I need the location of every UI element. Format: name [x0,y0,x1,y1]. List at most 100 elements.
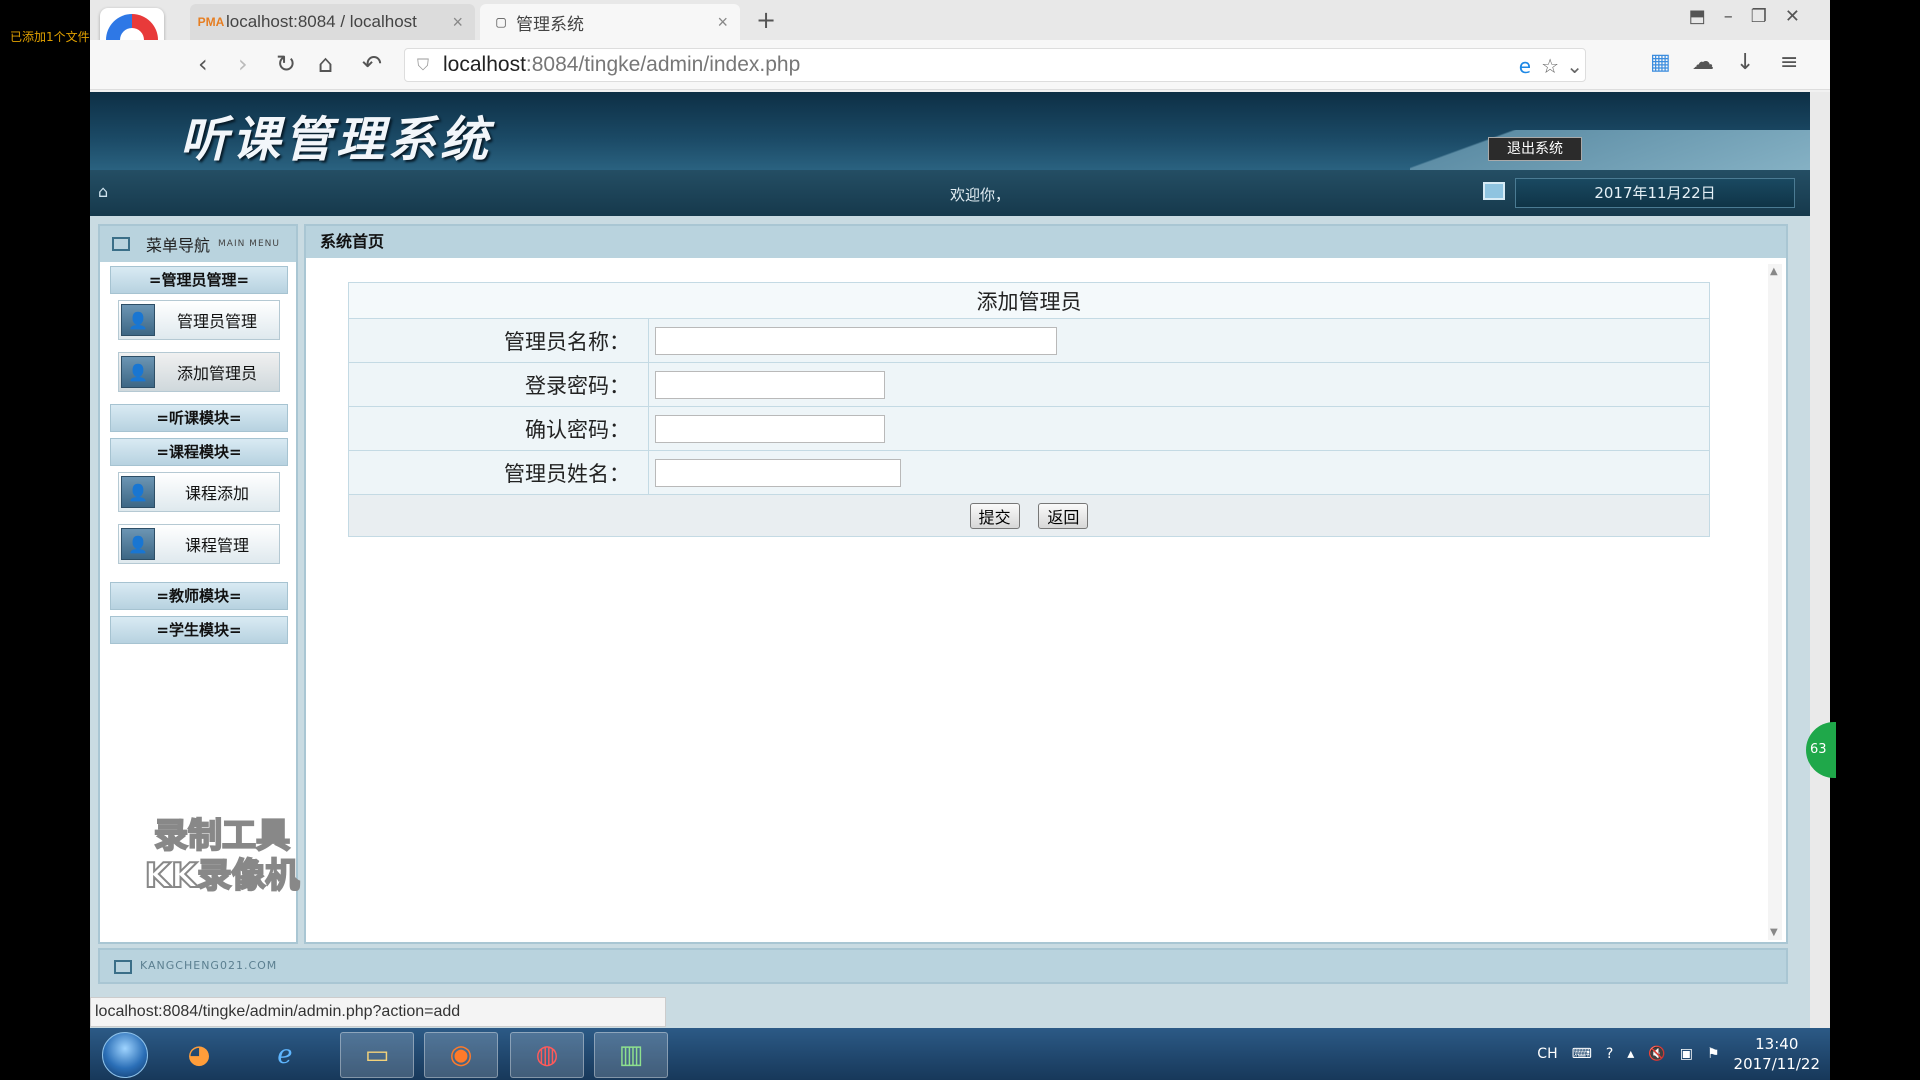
window-controls: ⬒ – ❐ ✕ [1689,6,1800,27]
system-title: 听课管理系统 [180,112,493,168]
home-icon[interactable]: ⌂ [98,182,108,201]
footer-text: KANGCHENG021.COM [140,959,278,972]
field-label: 登录密码： [348,362,649,407]
browser-task-icon[interactable]: ◍ [510,1032,584,1078]
browser-window: PMA localhost:8084 / localhost × ▢ 管理系统 … [90,0,1830,1028]
add-admin-form: 添加管理员 管理员名称： 登录密码： 确认密码： 管理员姓名： 提交 返回 [348,282,1710,537]
app-icon[interactable]: ◕ [162,1032,236,1078]
status-url: localhost:8084/tingke/admin/admin.php?ac… [90,997,666,1027]
sidebar: 菜单导航 MAIN MENU =管理员管理= 👤 管理员管理 👤 添加管理员 =… [98,224,300,944]
star-icon[interactable]: ☆ [1541,54,1559,78]
main-header: 系统首页 [306,226,1786,258]
banner-decoration [1410,130,1810,170]
group-lecture-module[interactable]: =听课模块= [110,404,288,432]
folder-icon[interactable]: ▭ [340,1032,414,1078]
close-window-icon[interactable]: ✕ [1785,6,1800,27]
flag-icon[interactable]: ⚑ [1707,1046,1720,1062]
main-panel: 系统首页 ▲ ▼ 添加管理员 管理员名称： 登录密码： 确认密码： 管理员姓名：… [304,224,1788,944]
clock-date: 2017/11/22 [1733,1055,1820,1073]
menu-subtitle: MAIN MENU [218,239,280,249]
sidebar-item-label: 课程管理 [184,536,249,555]
submit-button[interactable]: 提交 [969,502,1020,529]
footer-list-icon [114,960,132,974]
menu-title: 菜单导航 [146,236,211,255]
chart-app-icon[interactable]: ▥ [594,1032,668,1078]
content-scrollbar[interactable]: ▲ ▼ [1768,264,1782,940]
password-input[interactable] [655,371,885,399]
form-row: 管理员姓名： [348,450,1710,495]
system-tray: CH ⌨ ? ▴ 🔇 ▣ ⚑ 13:40 2017/11/22 [1537,1028,1820,1080]
address-bar[interactable]: ⛉ localhost:8084/tingke/admin/index.php … [404,48,1586,82]
pin-icon[interactable]: ⬒ [1689,6,1706,27]
clock-time: 13:40 [1755,1035,1799,1053]
back-button[interactable]: 返回 [1038,502,1089,529]
scroll-down-icon[interactable]: ▼ [1770,927,1778,938]
welcome-text: 欢迎你， [950,186,1011,204]
tab-admin-system[interactable]: ▢ 管理系统 × [480,4,740,40]
recorder-watermark: 录制工具 KK录像机 [132,815,312,897]
new-tab-icon[interactable]: + [756,6,776,34]
tab-phpmyadmin[interactable]: PMA localhost:8084 / localhost × [190,4,475,40]
admin-name-input[interactable] [655,327,1057,355]
keyboard-icon[interactable]: ⌨ [1572,1046,1592,1062]
page-icon: ▢ [495,15,507,29]
logout-button[interactable]: 退出系统 [1488,137,1582,161]
volume-icon[interactable]: 🔇 [1648,1046,1665,1062]
close-icon[interactable]: × [717,12,728,33]
undo-icon[interactable]: ↶ [362,50,382,78]
back-icon[interactable]: ‹ [198,50,208,78]
screen: 已添加1个文件到播放列表 PMA localhost:8084 / localh… [0,0,1920,1080]
help-icon[interactable]: ? [1606,1046,1613,1062]
form-row: 确认密码： [348,406,1710,451]
user-icon: 👤 [121,528,155,560]
menu-list-icon [112,237,130,251]
tab-bar: PMA localhost:8084 / localhost × ▢ 管理系统 … [90,0,1830,40]
top-banner: 听课管理系统 退出系统 [90,92,1810,170]
restore-icon[interactable]: ❐ [1751,6,1767,27]
field-label: 管理员名称： [348,318,649,363]
form-row: 登录密码： [348,362,1710,407]
date-display: 2017年11月22日 [1515,178,1795,208]
tab-title: 管理系统 [516,14,584,34]
chevron-down-icon[interactable]: ⌄ [1566,54,1583,78]
network-icon[interactable]: ▣ [1680,1046,1693,1062]
admin-realname-input[interactable] [655,459,901,487]
sidebar-item-course-management[interactable]: 👤 课程管理 [118,524,280,564]
language-indicator[interactable]: CH [1537,1046,1557,1062]
scroll-up-icon[interactable]: ▲ [1770,266,1778,277]
group-teacher-module[interactable]: =教师模块= [110,582,288,610]
ie-icon[interactable]: ℯ [248,1032,322,1078]
form-title: 添加管理员 [348,282,1710,319]
input-cell [648,406,1710,451]
tray-arrow-icon[interactable]: ▴ [1627,1046,1634,1062]
forward-icon[interactable]: › [238,50,248,78]
cloud-icon[interactable]: ☁ [1692,50,1714,75]
page-scrollbar[interactable] [1810,92,1830,1028]
home-nav-icon[interactable]: ⌂ [318,50,333,78]
clock[interactable]: 13:40 2017/11/22 [1734,1034,1820,1074]
start-button[interactable] [102,1032,148,1078]
shield-icon: ⛉ [417,55,430,74]
sidebar-item-admin-management[interactable]: 👤 管理员管理 [118,300,280,340]
confirm-password-input[interactable] [655,415,885,443]
group-course-module[interactable]: =课程模块= [110,438,288,466]
ie-mode-icon[interactable]: e [1519,54,1531,78]
minimize-icon[interactable]: – [1724,6,1733,27]
url-text: localhost:8084/tingke/admin/index.php [443,53,800,77]
group-admin-management[interactable]: =管理员管理= [110,266,288,294]
apps-grid-icon[interactable]: ▦ [1650,50,1671,75]
tab-title: localhost:8084 / localhost [226,12,417,31]
group-student-module[interactable]: =学生模块= [110,616,288,644]
download-icon[interactable]: ↓ [1736,50,1754,75]
menu-icon[interactable]: ≡ [1780,50,1798,75]
watermark-line: 录制工具 [153,815,291,857]
close-icon[interactable]: × [452,12,463,33]
watermark-line: KK录像机 [144,855,301,897]
reload-icon[interactable]: ↻ [276,50,296,78]
welcome-bar: ⌂ 欢迎你， 2017年11月22日 [90,170,1810,216]
sidebar-item-add-course[interactable]: 👤 课程添加 [118,472,280,512]
sidebar-item-add-admin[interactable]: 👤 添加管理员 [118,352,280,392]
sidebar-item-label: 管理员管理 [176,312,257,331]
page-viewport: 听课管理系统 退出系统 ⌂ 欢迎你， 2017年11月22日 菜单导航 MAIN… [90,92,1810,1028]
recorder-icon[interactable]: ◉ [424,1032,498,1078]
